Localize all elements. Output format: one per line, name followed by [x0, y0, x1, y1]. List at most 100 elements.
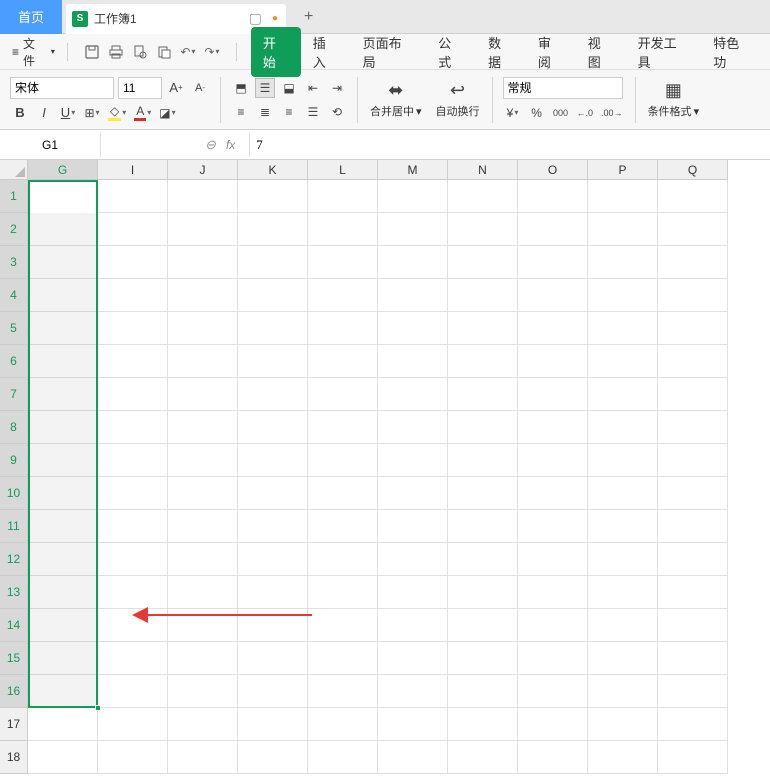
cell-L15[interactable] [308, 642, 378, 675]
cell-O13[interactable] [518, 576, 588, 609]
cell-J16[interactable] [168, 675, 238, 708]
cell-M14[interactable] [378, 609, 448, 642]
cell-I2[interactable] [98, 213, 168, 246]
ribbon-tab-special[interactable]: 特色功 [701, 27, 764, 77]
cell-J12[interactable] [168, 543, 238, 576]
cell-M18[interactable] [378, 741, 448, 774]
print-icon[interactable] [108, 44, 124, 60]
row-header-8[interactable]: 8 [0, 411, 28, 444]
cell-J1[interactable] [168, 180, 238, 213]
cell-G16[interactable] [28, 675, 98, 708]
cell-O7[interactable] [518, 378, 588, 411]
cell-G12[interactable] [28, 543, 98, 576]
bold-button[interactable]: B [10, 103, 30, 123]
ribbon-tab-view[interactable]: 视图 [576, 27, 626, 77]
cell-N11[interactable] [448, 510, 518, 543]
cell-I10[interactable] [98, 477, 168, 510]
cell-M7[interactable] [378, 378, 448, 411]
cell-J4[interactable] [168, 279, 238, 312]
cell-K8[interactable] [238, 411, 308, 444]
cell-P6[interactable] [588, 345, 658, 378]
wrap-text-button[interactable]: ↩ 自动换行 [430, 78, 486, 121]
cell-J9[interactable] [168, 444, 238, 477]
increase-decimal-button[interactable]: ←.0 [575, 103, 596, 123]
cell-L4[interactable] [308, 279, 378, 312]
cell-N3[interactable] [448, 246, 518, 279]
cell-L8[interactable] [308, 411, 378, 444]
underline-button[interactable]: U▾ [58, 103, 78, 123]
cell-J18[interactable] [168, 741, 238, 774]
cell-L1[interactable] [308, 180, 378, 213]
cell-J11[interactable] [168, 510, 238, 543]
cell-O15[interactable] [518, 642, 588, 675]
cell-M3[interactable] [378, 246, 448, 279]
column-header-N[interactable]: N [448, 160, 518, 180]
column-header-G[interactable]: G [28, 160, 98, 180]
cell-N14[interactable] [448, 609, 518, 642]
row-header-2[interactable]: 2 [0, 213, 28, 246]
font-grow-button[interactable]: A+ [166, 78, 186, 98]
cell-O1[interactable] [518, 180, 588, 213]
row-header-18[interactable]: 18 [0, 741, 28, 774]
cell-L18[interactable] [308, 741, 378, 774]
file-menu[interactable]: ≡ 文件 ▾ [6, 35, 61, 69]
cell-J13[interactable] [168, 576, 238, 609]
cell-G7[interactable] [28, 378, 98, 411]
tab-add-button[interactable]: + [294, 8, 323, 26]
row-header-13[interactable]: 13 [0, 576, 28, 609]
cell-G13[interactable] [28, 576, 98, 609]
cell-K9[interactable] [238, 444, 308, 477]
cell-G3[interactable] [28, 246, 98, 279]
conditional-format-button[interactable]: ▦ 条件格式▾ [642, 78, 706, 121]
fx-label[interactable]: fx [226, 138, 235, 152]
cell-O17[interactable] [518, 708, 588, 741]
cell-P12[interactable] [588, 543, 658, 576]
row-header-7[interactable]: 7 [0, 378, 28, 411]
column-header-K[interactable]: K [238, 160, 308, 180]
row-header-15[interactable]: 15 [0, 642, 28, 675]
currency-button[interactable]: ¥▾ [503, 103, 523, 123]
cell-O3[interactable] [518, 246, 588, 279]
column-header-I[interactable]: I [98, 160, 168, 180]
cell-J10[interactable] [168, 477, 238, 510]
cell-I3[interactable] [98, 246, 168, 279]
cell-L14[interactable] [308, 609, 378, 642]
fill-color-button[interactable]: ◇▾ [106, 103, 128, 123]
cell-K17[interactable] [238, 708, 308, 741]
number-format-select[interactable] [503, 77, 623, 99]
cell-J2[interactable] [168, 213, 238, 246]
cell-P10[interactable] [588, 477, 658, 510]
cell-I8[interactable] [98, 411, 168, 444]
row-header-16[interactable]: 16 [0, 675, 28, 708]
cell-O14[interactable] [518, 609, 588, 642]
cell-K7[interactable] [238, 378, 308, 411]
cell-N18[interactable] [448, 741, 518, 774]
cell-L7[interactable] [308, 378, 378, 411]
clear-button[interactable]: ◪▾ [157, 103, 177, 123]
cell-M4[interactable] [378, 279, 448, 312]
cell-Q6[interactable] [658, 345, 728, 378]
formula-input[interactable] [250, 131, 770, 159]
cell-M9[interactable] [378, 444, 448, 477]
column-header-J[interactable]: J [168, 160, 238, 180]
cell-K5[interactable] [238, 312, 308, 345]
cell-M1[interactable] [378, 180, 448, 213]
column-header-O[interactable]: O [518, 160, 588, 180]
indent-decrease-button[interactable]: ⇤ [303, 78, 323, 98]
cell-Q4[interactable] [658, 279, 728, 312]
cell-P11[interactable] [588, 510, 658, 543]
font-shrink-button[interactable]: A- [190, 78, 210, 98]
border-button[interactable]: ⊞▾ [82, 103, 102, 123]
cell-G18[interactable] [28, 741, 98, 774]
cell-P1[interactable] [588, 180, 658, 213]
cell-G6[interactable] [28, 345, 98, 378]
cell-P5[interactable] [588, 312, 658, 345]
ribbon-tab-page-layout[interactable]: 页面布局 [351, 27, 427, 77]
cell-G2[interactable] [28, 213, 98, 246]
cell-I5[interactable] [98, 312, 168, 345]
cell-O16[interactable] [518, 675, 588, 708]
cell-O2[interactable] [518, 213, 588, 246]
cell-P13[interactable] [588, 576, 658, 609]
cell-N6[interactable] [448, 345, 518, 378]
cell-G9[interactable] [28, 444, 98, 477]
